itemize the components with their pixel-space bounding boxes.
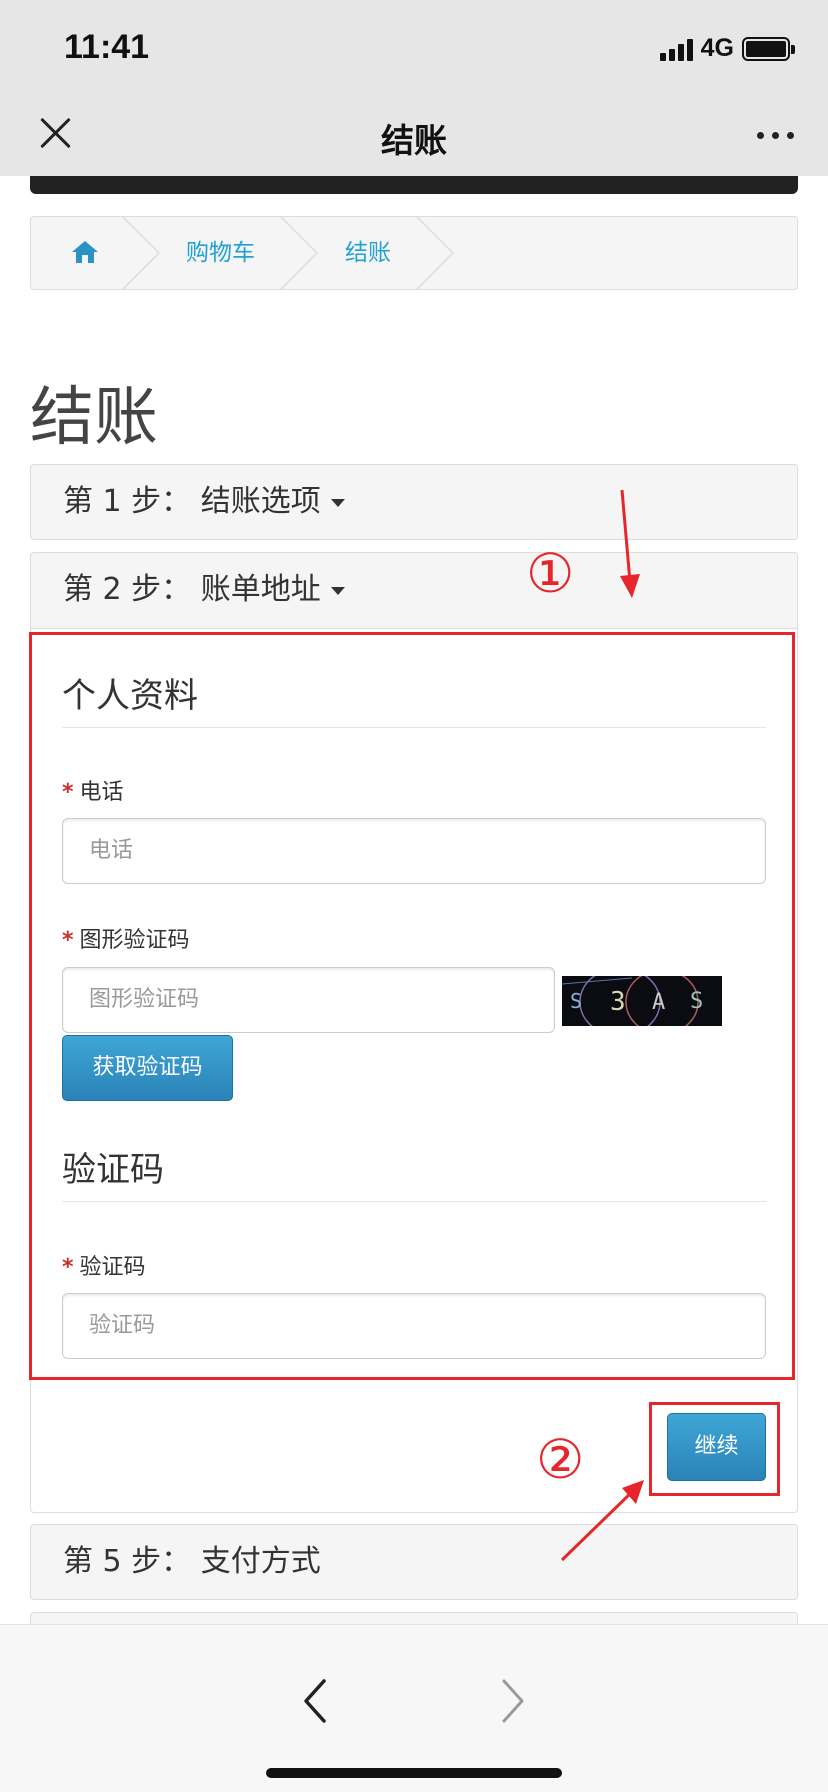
step-5-label: 第 5 步： 支付方式 bbox=[63, 1544, 321, 1579]
step-2-heading[interactable]: 第 2 步： 账单地址 bbox=[31, 553, 797, 627]
page-title: 结账 bbox=[30, 381, 158, 455]
code-input[interactable]: 验证码 bbox=[62, 1293, 766, 1359]
home-indicator bbox=[266, 1768, 562, 1778]
chevron-right-icon bbox=[416, 217, 455, 289]
get-code-button[interactable]: 获取验证码 bbox=[62, 1035, 233, 1101]
divider bbox=[62, 1201, 766, 1202]
caret-down-icon bbox=[330, 498, 345, 507]
chevron-right-icon bbox=[122, 217, 161, 289]
section-personal-heading: 个人资料 bbox=[62, 676, 198, 716]
breadcrumb-item-cart[interactable]: 购物车 bbox=[186, 217, 255, 289]
step-1-panel[interactable]: 第 1 步： 结账选项 bbox=[30, 464, 798, 540]
battery-icon bbox=[742, 36, 795, 61]
status-bar: 11:41 4G bbox=[0, 0, 828, 96]
step-1-heading[interactable]: 第 1 步： 结账选项 bbox=[31, 465, 797, 539]
step-2-panel[interactable]: 第 2 步： 账单地址 bbox=[30, 552, 798, 630]
arrow-down-icon bbox=[620, 489, 640, 598]
status-icons: 4G bbox=[659, 34, 795, 63]
divider bbox=[62, 727, 766, 728]
svg-text:3: 3 bbox=[610, 987, 626, 1017]
step-5-heading[interactable]: 第 5 步： 支付方式 bbox=[31, 1525, 797, 1599]
phone-label-text: 电话 bbox=[79, 780, 124, 805]
highlight-box-continue bbox=[649, 1402, 780, 1496]
step-2-label: 第 2 步： 账单地址 bbox=[63, 572, 321, 607]
code-label: * 验证码 bbox=[62, 1249, 146, 1281]
step-5-panel[interactable]: 第 5 步： 支付方式 bbox=[30, 1524, 798, 1600]
home-icon bbox=[72, 241, 98, 263]
next-step-panel[interactable] bbox=[30, 1612, 798, 1624]
section-code-heading: 验证码 bbox=[62, 1150, 164, 1190]
status-time: 11:41 bbox=[64, 28, 150, 66]
step-1-label: 第 1 步： 结账选项 bbox=[63, 484, 321, 519]
captcha-graphic: S 3 A S bbox=[562, 976, 703, 1026]
annotation-marker-1: ① bbox=[526, 542, 575, 605]
header-strip bbox=[30, 176, 798, 194]
nav-title: 结账 bbox=[381, 121, 447, 160]
caret-down-icon bbox=[330, 586, 345, 595]
captcha-label-text: 图形验证码 bbox=[79, 928, 190, 953]
required-mark: * bbox=[62, 1255, 74, 1280]
svg-text:S: S bbox=[690, 989, 703, 1014]
phone-label: * 电话 bbox=[62, 774, 124, 806]
breadcrumb: 购物车 结账 bbox=[30, 216, 798, 290]
chevron-right-icon bbox=[280, 217, 319, 289]
page-content: 购物车 结账 结账 第 1 步： 结账选项 第 2 步： 账单地址 个人资料 *… bbox=[0, 176, 828, 1624]
breadcrumb-item-checkout[interactable]: 结账 bbox=[345, 217, 391, 289]
forward-icon[interactable] bbox=[496, 1675, 532, 1727]
arrow-up-right-icon bbox=[560, 1480, 644, 1562]
more-icon[interactable] bbox=[757, 132, 794, 139]
svg-text:S: S bbox=[570, 989, 582, 1013]
network-type: 4G bbox=[700, 34, 734, 62]
breadcrumb-home[interactable] bbox=[71, 217, 99, 289]
svg-text:A: A bbox=[652, 990, 665, 1015]
captcha-label: * 图形验证码 bbox=[62, 922, 190, 954]
captcha-input[interactable]: 图形验证码 bbox=[62, 967, 555, 1033]
signal-icon bbox=[659, 37, 693, 61]
required-mark: * bbox=[62, 928, 74, 953]
code-label-text: 验证码 bbox=[79, 1255, 146, 1280]
nav-bar: 结账 bbox=[0, 96, 828, 176]
phone-input[interactable]: 电话 bbox=[62, 818, 766, 884]
back-icon[interactable] bbox=[296, 1675, 332, 1727]
bottom-toolbar bbox=[0, 1624, 828, 1792]
captcha-image[interactable]: S 3 A S bbox=[562, 976, 722, 1026]
required-mark: * bbox=[62, 780, 74, 805]
